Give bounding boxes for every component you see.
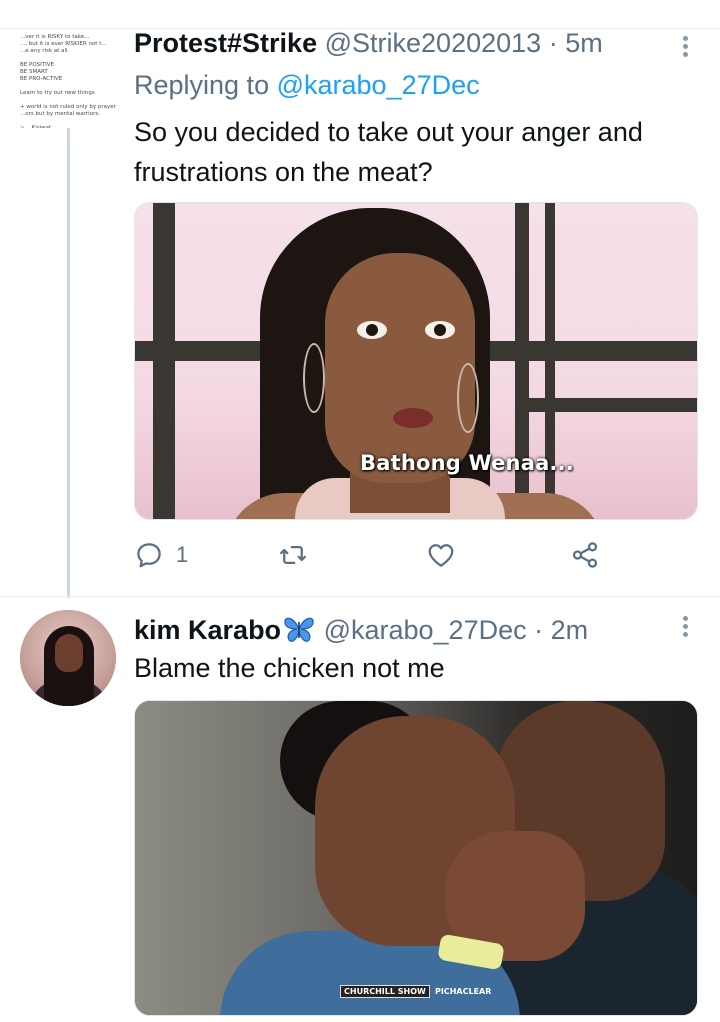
tweet-divider bbox=[0, 596, 720, 597]
avatar[interactable]: ...ver it is RISKY to take......, but it… bbox=[20, 30, 118, 128]
avatar-quote-line bbox=[20, 118, 116, 125]
butterfly-icon bbox=[282, 614, 316, 644]
handle[interactable]: @Strike20202013 bbox=[325, 28, 542, 58]
timestamp[interactable]: 2m bbox=[551, 615, 589, 645]
tweet-media-image[interactable]: Bathong Wenaa... bbox=[134, 202, 698, 520]
avatar-quote-line: BE SMART bbox=[20, 69, 48, 75]
window-frame bbox=[515, 398, 697, 412]
tweet-text: Blame the chicken not me bbox=[134, 648, 445, 688]
mention-link[interactable]: @karabo_27Dec bbox=[277, 70, 480, 100]
avatar-quote-line: + world is not ruled only by prayer bbox=[20, 104, 116, 110]
share-icon bbox=[572, 542, 598, 568]
watermark-logo: CHURCHILL SHOW bbox=[340, 985, 430, 998]
separator-dot: · bbox=[548, 28, 558, 58]
avatar-quote-line bbox=[20, 97, 116, 104]
avatar[interactable] bbox=[20, 610, 116, 706]
avatar-quote-line: ...e any risk at all. bbox=[20, 48, 70, 54]
share-button[interactable] bbox=[570, 538, 600, 572]
meme-caption: Bathong Wenaa... bbox=[360, 451, 574, 475]
tweet-text-line: frustrations on the meat? bbox=[134, 157, 433, 187]
person-eye bbox=[425, 321, 455, 339]
hoop-earring bbox=[457, 363, 479, 433]
tweet-text-line: So you decided to take out your anger an… bbox=[134, 117, 643, 147]
avatar-quote-line: ...ors but by mental warriors. bbox=[20, 111, 100, 117]
display-name[interactable]: kim Karabo bbox=[134, 615, 281, 645]
avatar-quote-line: Learn to try out new things bbox=[20, 90, 95, 96]
replying-to-label: Replying to bbox=[134, 70, 270, 100]
tweet-media-image[interactable]: CHURCHILL SHOW PICHACLEAR bbox=[134, 700, 698, 1016]
timestamp[interactable]: 5m bbox=[565, 28, 603, 58]
tweet-header: kim Karabo @karabo_27Dec · 2m bbox=[134, 614, 588, 645]
display-name[interactable]: Protest#Strike bbox=[134, 28, 317, 58]
tweet-header: Protest#Strike @Strike20202013 · 5m bbox=[134, 28, 603, 58]
retweet-button[interactable] bbox=[278, 538, 308, 572]
tweet-text-line: Blame the chicken not me bbox=[134, 653, 445, 683]
handle[interactable]: @karabo_27Dec bbox=[324, 615, 527, 645]
window-frame bbox=[153, 203, 175, 519]
avatar-quote-line bbox=[20, 83, 116, 90]
heart-icon bbox=[428, 544, 454, 567]
avatar-quote-line: BE PRO-ACTIVE bbox=[20, 76, 63, 82]
reply-icon bbox=[137, 543, 161, 568]
reply-count: 1 bbox=[176, 542, 189, 567]
person-mouth bbox=[393, 408, 433, 428]
more-icon[interactable] bbox=[680, 34, 690, 60]
reply-button[interactable]: 1 bbox=[134, 538, 188, 572]
tweet-text: So you decided to take out your anger an… bbox=[134, 112, 643, 192]
tweet-action-bar: 1 bbox=[134, 538, 604, 572]
thread-connector-line bbox=[67, 128, 70, 598]
like-button[interactable] bbox=[426, 538, 456, 572]
person-face bbox=[325, 253, 475, 483]
watermark-logo: PICHACLEAR bbox=[435, 987, 492, 996]
more-icon[interactable] bbox=[680, 614, 690, 640]
person-eye bbox=[357, 321, 387, 339]
hoop-earring bbox=[303, 343, 325, 413]
replying-to-line: Replying to @karabo_27Dec bbox=[134, 70, 480, 100]
avatar-quote-line: ...ver it is RISKY to take... bbox=[20, 34, 90, 40]
avatar-quote-line bbox=[20, 55, 116, 62]
avatar-quote-line: ..., but it is ever RISKIER not t... bbox=[20, 41, 107, 47]
retweet-icon bbox=[280, 546, 306, 564]
avatar-quote-line: BE POSITIVE bbox=[20, 62, 54, 68]
avatar-face bbox=[55, 634, 83, 672]
separator-dot: · bbox=[534, 615, 544, 645]
avatar-quote-text: ...ver it is RISKY to take......, but it… bbox=[20, 30, 118, 128]
